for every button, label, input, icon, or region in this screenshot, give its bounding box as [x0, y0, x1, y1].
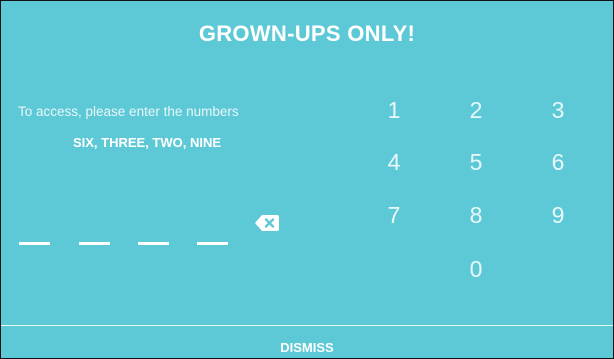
- keypad-key-2[interactable]: 2: [446, 90, 506, 130]
- digit-slot-4: [197, 242, 228, 245]
- keypad-key-7[interactable]: 7: [364, 195, 424, 235]
- digit-slot-1: [19, 242, 50, 245]
- dismiss-button[interactable]: DISMISS: [1, 327, 613, 358]
- keypad-key-0[interactable]: 0: [446, 249, 506, 289]
- keypad-key-3[interactable]: 3: [528, 90, 588, 130]
- keypad-key-5[interactable]: 5: [446, 142, 506, 182]
- keypad-key-9[interactable]: 9: [528, 195, 588, 235]
- code-words: SIX, THREE, TWO, NINE: [72, 135, 222, 150]
- backspace-icon: [255, 215, 279, 231]
- digit-slot-2: [79, 242, 110, 245]
- grown-ups-gate-dialog: GROWN-UPS ONLY! To access, please enter …: [0, 0, 614, 359]
- keypad-key-1[interactable]: 1: [364, 90, 424, 130]
- footer-divider: [1, 325, 613, 326]
- instruction-text: To access, please enter the numbers: [18, 104, 239, 119]
- digit-slot-3: [138, 242, 169, 245]
- keypad-key-6[interactable]: 6: [528, 142, 588, 182]
- dialog-title: GROWN-UPS ONLY!: [198, 21, 416, 46]
- keypad-key-8[interactable]: 8: [446, 195, 506, 235]
- keypad-key-4[interactable]: 4: [364, 142, 424, 182]
- backspace-button[interactable]: [253, 212, 281, 234]
